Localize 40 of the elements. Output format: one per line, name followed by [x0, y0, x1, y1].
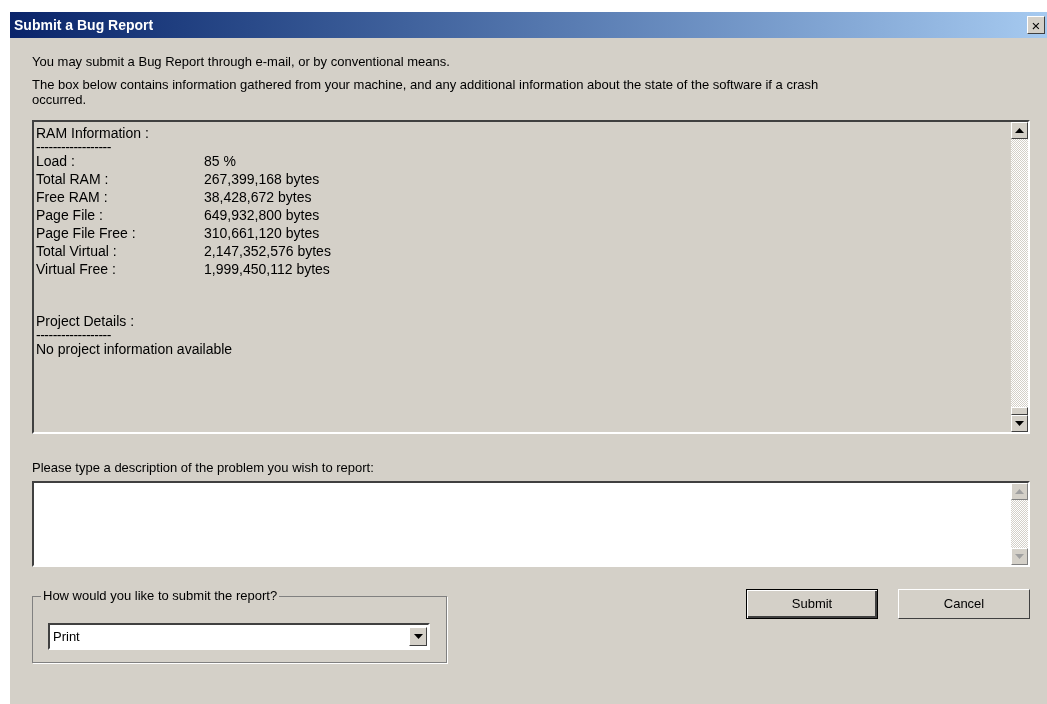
info-value: 310,661,120 bytes — [204, 224, 320, 242]
dialog-button[interactable]: Submit — [746, 589, 878, 619]
separator-line: ------------------ — [36, 142, 112, 152]
scrollbar[interactable] — [1011, 122, 1028, 432]
scroll-down-button[interactable] — [1011, 415, 1028, 432]
info-line: RAM Information : — [36, 124, 150, 142]
up-arrow-icon — [1015, 489, 1024, 494]
up-arrow-icon — [1015, 128, 1024, 133]
info-value: 2,147,352,576 bytes — [204, 242, 331, 260]
info-label: Page File : — [36, 206, 104, 224]
close-button[interactable]: × — [1027, 16, 1045, 34]
window-title: Submit a Bug Report — [14, 15, 154, 35]
dropdown-arrow-icon — [413, 634, 423, 639]
info-label: Page File Free : — [36, 224, 137, 242]
info-value: 38,428,672 bytes — [204, 188, 312, 206]
info-line: Project Details : — [36, 312, 136, 330]
info-line: No project information available — [36, 340, 234, 358]
info-value: 1,999,450,112 bytes — [204, 260, 330, 278]
dialog-button[interactable]: Cancel — [898, 589, 1030, 619]
submit-method-dropdown[interactable]: Print — [48, 623, 430, 650]
info-label: Total Virtual : — [36, 242, 118, 260]
info-value: 267,399,168 bytes — [204, 170, 320, 188]
down-arrow-icon — [1015, 554, 1024, 559]
separator-line: ------------------ — [36, 330, 112, 340]
scroll-thumb[interactable] — [1011, 407, 1028, 415]
intro-text: You may submit a Bug Report through e-mail, or by conventional means. — [32, 54, 451, 69]
info-label: Virtual Free : — [36, 260, 117, 278]
info-label: Free RAM : — [36, 188, 109, 206]
group-legend: How would you like to submit the report? — [41, 588, 280, 604]
info-text-box[interactable] — [32, 120, 1030, 434]
description-field[interactable] — [32, 481, 1030, 567]
info-label: Load : — [36, 152, 76, 170]
dropdown-value: Print — [52, 627, 81, 646]
description-label: Please type a description of the problem you wish to report: — [32, 460, 375, 475]
info-label: Total RAM : — [36, 170, 110, 188]
down-arrow-icon — [1015, 421, 1024, 426]
info-value: 85 % — [204, 152, 236, 170]
intro-text: The box below contains information gathered from your machine, and any additional information about the state of the software if a crash occurred. — [32, 77, 820, 107]
info-value: 649,932,800 bytes — [204, 206, 320, 224]
scroll-up-button[interactable] — [1011, 122, 1028, 139]
